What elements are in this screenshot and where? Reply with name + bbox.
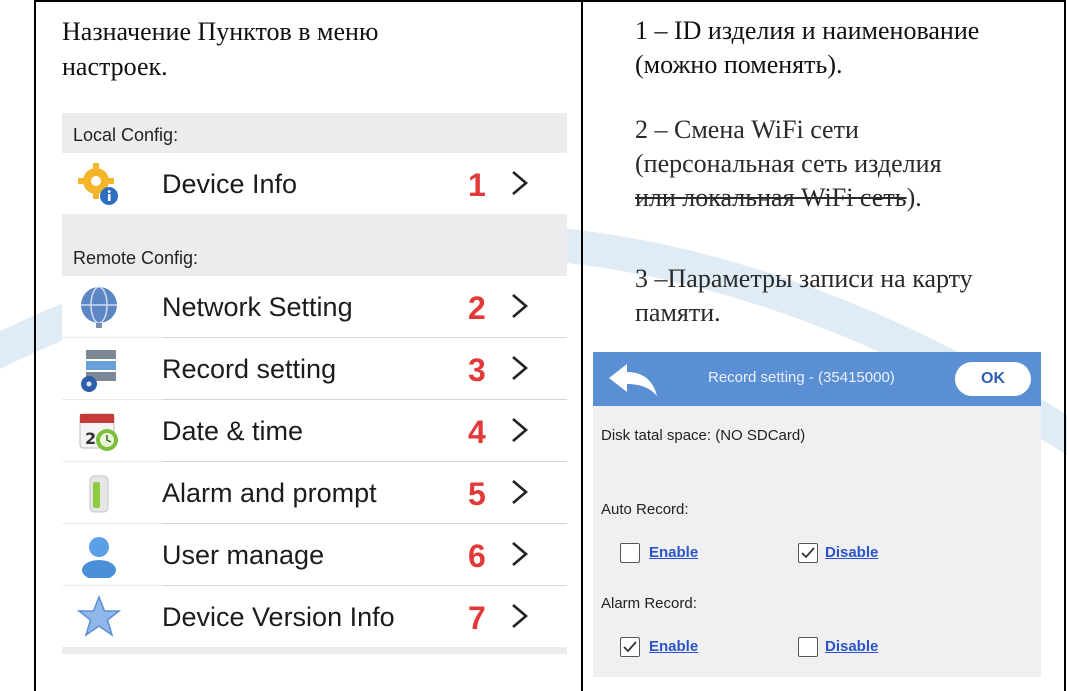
- menu-row-network-setting[interactable]: Network Setting 2: [62, 276, 567, 337]
- user-icon: [82, 537, 116, 578]
- auto-disable-checkbox[interactable]: [798, 543, 818, 563]
- menu-row-date-time[interactable]: 2 Date & time 4: [62, 400, 567, 461]
- chevron-right-icon: [512, 480, 529, 504]
- gear-info-icon: [78, 163, 118, 205]
- menu-row-device-version[interactable]: Device Version Info 7: [62, 586, 567, 647]
- globe-network-icon: [81, 286, 117, 328]
- auto-record-label: Auto Record:: [601, 501, 689, 518]
- menu-row-user-manage[interactable]: User manage 6: [62, 524, 567, 585]
- item-number: 7: [468, 600, 486, 636]
- note-2-line2: (персональная сеть изделия: [635, 149, 942, 178]
- star-icon: [76, 594, 122, 637]
- disk-space-label: Disk tatal space: (NO SDCard): [601, 427, 806, 444]
- local-config-label: Local Config:: [73, 125, 179, 145]
- note-1-line2: (можно поменять).: [635, 50, 843, 79]
- note-2-line1: 2 – Смена WiFi сети: [635, 115, 859, 144]
- record-setting-header: Record setting - (35415000) OK: [593, 352, 1041, 406]
- remote-config-label: Remote Config:: [73, 248, 199, 268]
- note-1-line1: 1 – ID изделия и наименование: [635, 16, 980, 45]
- alarm-enable-checkbox[interactable]: [620, 637, 640, 657]
- chevron-right-icon: [512, 418, 529, 442]
- alarm-record-label: Alarm Record:: [601, 595, 697, 612]
- chevron-right-icon: [512, 171, 529, 195]
- alarm-disable-checkbox[interactable]: [798, 637, 818, 657]
- date-time-label: Date & time: [162, 416, 304, 446]
- check-icon: [623, 641, 637, 653]
- back-arrow-icon[interactable]: [607, 362, 659, 398]
- alarm-disable-link[interactable]: Disable: [825, 638, 878, 655]
- note-3-line1: 3 –Параметры записи на карту: [635, 264, 973, 293]
- item-number: 5: [468, 476, 486, 512]
- chevron-right-icon: [512, 604, 529, 628]
- device-version-label: Device Version Info: [162, 602, 395, 632]
- note-2-end: ).: [906, 183, 922, 212]
- network-setting-label: Network Setting: [162, 292, 353, 322]
- menu-row-device-info[interactable]: Device Info 1: [62, 153, 567, 214]
- item-number: 3: [468, 352, 486, 388]
- left-title: Назначение Пунктов в меню настроек.: [62, 14, 378, 84]
- note-2-struck-text: или локальная WiFi сеть: [635, 183, 907, 212]
- record-setting-label: Record setting: [162, 354, 337, 384]
- ok-button[interactable]: OK: [955, 362, 1031, 396]
- auto-enable-checkbox[interactable]: [620, 543, 640, 563]
- auto-disable-link[interactable]: Disable: [825, 544, 878, 561]
- local-config-header: Local Config:: [62, 117, 567, 153]
- auto-enable-link[interactable]: Enable: [649, 544, 698, 561]
- chevron-right-icon: [512, 356, 529, 380]
- record-setting-screen: Record setting - (35415000) OK Disk tata…: [593, 352, 1041, 677]
- menu-row-alarm-prompt[interactable]: Alarm and prompt 5: [62, 462, 567, 523]
- user-manage-label: User manage: [162, 540, 325, 570]
- menu-row-record-setting[interactable]: Record setting 3: [62, 338, 567, 399]
- alarm-enable-link[interactable]: Enable: [649, 638, 698, 655]
- note-1: 1 – ID изделия и наименование (можно пом…: [635, 14, 979, 82]
- calendar-clock-icon: 2: [79, 413, 118, 451]
- chevron-right-icon: [512, 542, 529, 566]
- alarm-prompt-label: Alarm and prompt: [162, 478, 377, 508]
- note-2: 2 – Смена WiFi сети (персональная сеть и…: [635, 113, 942, 215]
- note-3: 3 –Параметры записи на карту памяти.: [635, 262, 973, 330]
- check-icon: [801, 547, 815, 559]
- device-info-label: Device Info: [162, 169, 298, 199]
- item-number: 2: [468, 290, 486, 326]
- server-disk-icon: [81, 350, 116, 392]
- svg-text:2: 2: [85, 429, 96, 448]
- left-title-line2: настроек.: [62, 52, 168, 81]
- item-number: 1: [468, 167, 486, 203]
- remote-config-header: Remote Config:: [62, 240, 567, 276]
- note-3-line2: памяти.: [635, 298, 721, 327]
- note-2-line3: или локальная WiFi сеть).: [635, 181, 942, 215]
- item-number: 6: [468, 538, 486, 574]
- alarm-bottle-icon: [89, 475, 109, 513]
- item-number: 4: [468, 414, 486, 450]
- record-setting-title: Record setting - (35415000): [708, 369, 895, 386]
- chevron-right-icon: [512, 294, 529, 318]
- left-title-line1: Назначение Пунктов в меню: [62, 17, 379, 46]
